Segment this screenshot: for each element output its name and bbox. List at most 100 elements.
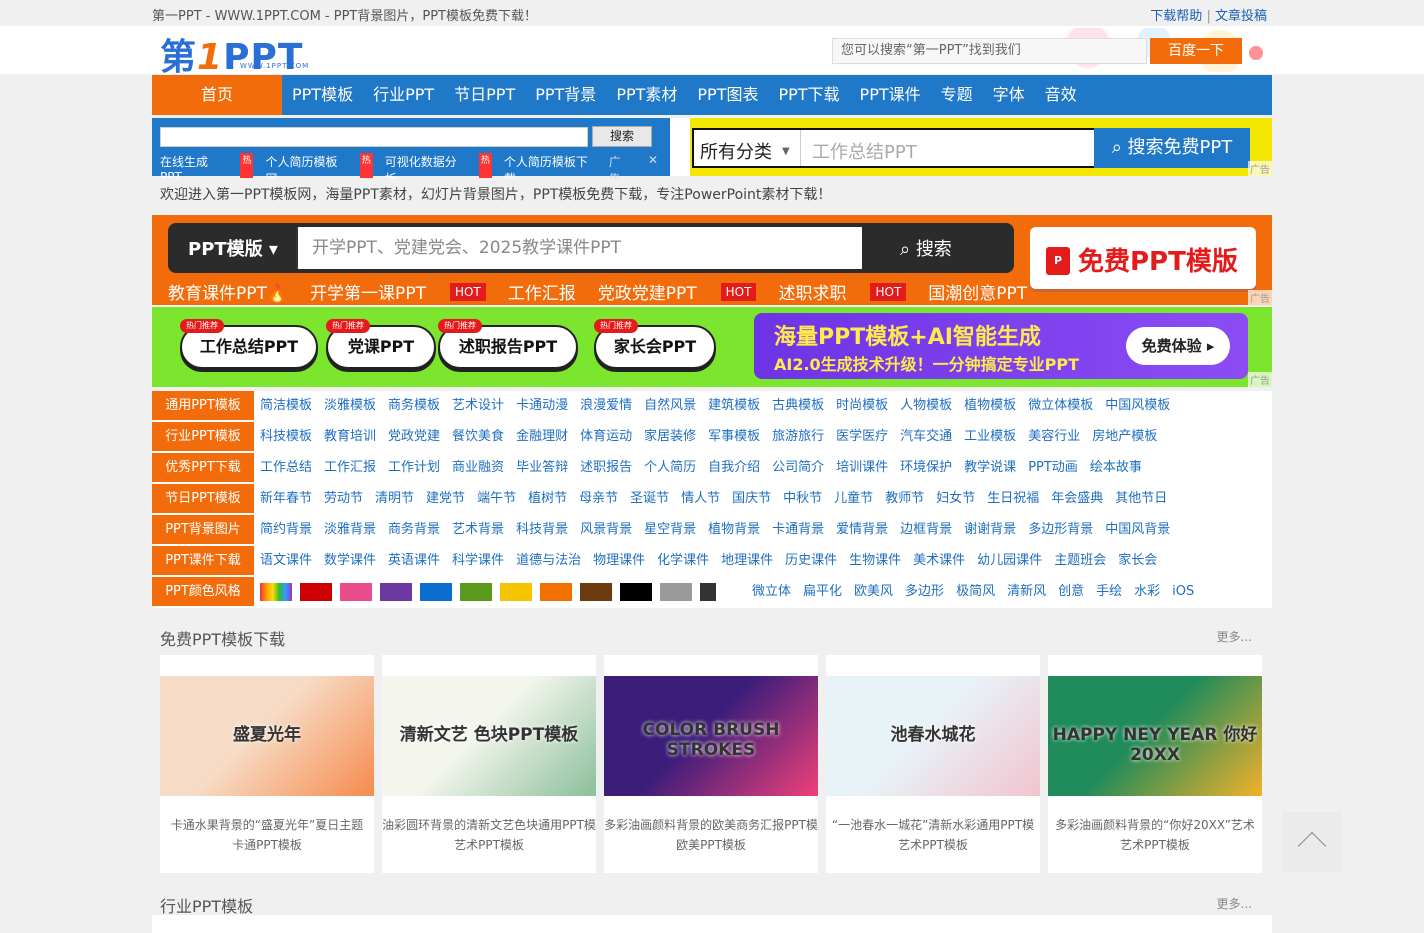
free-ppt-search-button[interactable]: ⌕ 搜索免费PPT [1094,128,1250,168]
category-label[interactable]: 优秀PPT下载 [152,453,254,482]
style-link[interactable]: 清新风 [1007,577,1046,606]
color-swatch[interactable] [300,583,332,601]
banner-search-input[interactable]: 开学PPT、党建党会、2025教学课件PPT [296,227,862,269]
black-white-swatch[interactable] [700,583,732,601]
category-link[interactable]: 劳动节 [324,484,363,513]
style-link[interactable]: 多边形 [905,577,944,606]
banner-tag[interactable]: 国潮创意PPT [928,279,1027,304]
baidu-search-input[interactable]: 您可以搜索“第一PPT”找到我们 [832,38,1147,64]
category-link[interactable]: 艺术设计 [452,391,504,420]
template-category[interactable]: 卡通PPT模板 [156,835,378,855]
category-link[interactable]: 道德与法治 [516,546,581,575]
category-link[interactable]: 其他节日 [1115,484,1167,513]
template-category[interactable]: 艺术PPT模板 [822,835,1044,855]
template-card[interactable]: 盛夏光年 卡通水果背景的“盛夏光年”夏日主题 卡通PPT模板 [160,655,374,873]
category-link[interactable]: 美容行业 [1028,422,1080,451]
category-link[interactable]: 微立体模板 [1028,391,1093,420]
category-link[interactable]: 谢谢背景 [964,515,1016,544]
category-link[interactable]: PPT动画 [1028,453,1078,482]
nav-item[interactable]: 音效 [1045,75,1077,115]
free-ppt-button[interactable]: P 免费PPT模版 [1030,227,1256,289]
category-select[interactable]: 所有分类 [700,138,772,164]
category-link[interactable]: 简约背景 [260,515,312,544]
category-link[interactable]: 中国风模板 [1105,391,1170,420]
category-link[interactable]: 英语课件 [388,546,440,575]
color-swatch[interactable] [620,583,652,601]
banner-tag[interactable]: 工作汇报 [508,279,576,304]
category-link[interactable]: 星空背景 [644,515,696,544]
color-swatch[interactable] [580,583,612,601]
category-link[interactable]: 植物背景 [708,515,760,544]
category-link[interactable]: 生物课件 [849,546,901,575]
category-link[interactable]: 年会盛典 [1051,484,1103,513]
category-link[interactable]: 物理课件 [593,546,645,575]
category-link[interactable]: 科技模板 [260,422,312,451]
category-link[interactable]: 建筑模板 [708,391,760,420]
style-link[interactable]: 创意 [1058,577,1084,606]
nav-item[interactable]: PPT背景 [535,75,596,115]
banner-tag[interactable]: 教育课件PPT🔥 [168,279,288,304]
template-title[interactable]: 油彩圆环背景的清新文艺色块通用PPT模 [378,815,600,835]
category-link[interactable]: 科技背景 [516,515,568,544]
category-link[interactable]: 餐饮美食 [452,422,504,451]
category-link[interactable]: 艺术背景 [452,515,504,544]
template-title[interactable]: “一池春水一城花”清新水彩通用PPT模 [822,815,1044,835]
nav-item[interactable]: PPT图表 [697,75,758,115]
category-link[interactable]: 植树节 [528,484,567,513]
style-link[interactable]: 欧美风 [854,577,893,606]
category-link[interactable]: 商业融资 [452,453,504,482]
template-title[interactable]: 多彩油画颜料背景的欧美商务汇报PPT模 [600,815,822,835]
category-link[interactable]: 情人节 [681,484,720,513]
free-trial-button[interactable]: 免费体验 ▸ [1126,327,1230,365]
category-link[interactable]: 公司简介 [772,453,824,482]
template-category[interactable]: 艺术PPT模板 [1044,835,1266,855]
site-logo[interactable]: 第1PPT WWW.1PPT.COM [160,28,308,80]
template-card[interactable]: 清新文艺 色块PPT模板 油彩圆环背景的清新文艺色块通用PPT模 艺术PPT模板 [382,655,596,873]
template-title[interactable]: 多彩油画颜料背景的“你好20XX”艺术 [1044,815,1266,835]
category-link[interactable]: 工作总结 [260,453,312,482]
style-link[interactable]: 微立体 [752,577,791,606]
category-link[interactable]: 风景背景 [580,515,632,544]
color-swatch[interactable] [660,583,692,601]
category-link[interactable]: 自我介绍 [708,453,760,482]
ai-ppt-ad[interactable]: 海量PPT模板+AI智能生成 AI2.0生成技术升级！一分钟搞定专业PPT 免费… [754,313,1248,379]
site-search-input[interactable] [160,127,588,147]
category-link[interactable]: 历史课件 [785,546,837,575]
category-link[interactable]: 商务模板 [388,391,440,420]
category-link[interactable]: 工作计划 [388,453,440,482]
category-link[interactable]: 多边形背景 [1028,515,1093,544]
category-label[interactable]: PPT课件下载 [152,546,254,575]
template-title[interactable]: 卡通水果背景的“盛夏光年”夏日主题 [156,815,378,835]
template-category-select[interactable]: PPT模版 ▾ [188,235,278,261]
rainbow-swatch[interactable] [260,583,292,601]
category-label[interactable]: PPT颜色风格 [152,577,254,606]
category-link[interactable]: 汽车交通 [900,422,952,451]
nav-item[interactable]: 行业PPT [373,75,434,115]
category-label[interactable]: 行业PPT模板 [152,422,254,451]
category-link[interactable]: 商务背景 [388,515,440,544]
banner-tag[interactable]: 党政党建PPT [598,279,697,304]
category-link[interactable]: 淡雅模板 [324,391,376,420]
category-link[interactable]: 地理课件 [721,546,773,575]
category-label[interactable]: 节日PPT模板 [152,484,254,513]
category-link[interactable]: 淡雅背景 [324,515,376,544]
more-link[interactable]: 更多... [1217,628,1252,645]
template-category[interactable]: 欧美PPT模板 [600,835,822,855]
category-link[interactable]: 教育培训 [324,422,376,451]
download-help-link[interactable]: 下载帮助 [1150,9,1202,24]
template-thumbnail[interactable]: 池春水城花 [826,676,1040,796]
category-link[interactable]: 圣诞节 [630,484,669,513]
site-search-button[interactable]: 搜索 [592,126,652,147]
category-link[interactable]: 科学课件 [452,546,504,575]
category-link[interactable]: 绘本故事 [1090,453,1142,482]
category-link[interactable]: 母亲节 [579,484,618,513]
category-link[interactable]: 国庆节 [732,484,771,513]
category-link[interactable]: 金融理财 [516,422,568,451]
category-link[interactable]: 培训课件 [836,453,888,482]
category-link[interactable]: 建党节 [426,484,465,513]
template-thumbnail[interactable]: 盛夏光年 [160,676,374,796]
category-link[interactable]: 古典模板 [772,391,824,420]
category-link[interactable]: 主题班会 [1054,546,1106,575]
banner-tag[interactable]: 开学第一课PPT [310,279,426,304]
category-link[interactable]: 卡通动漫 [516,391,568,420]
